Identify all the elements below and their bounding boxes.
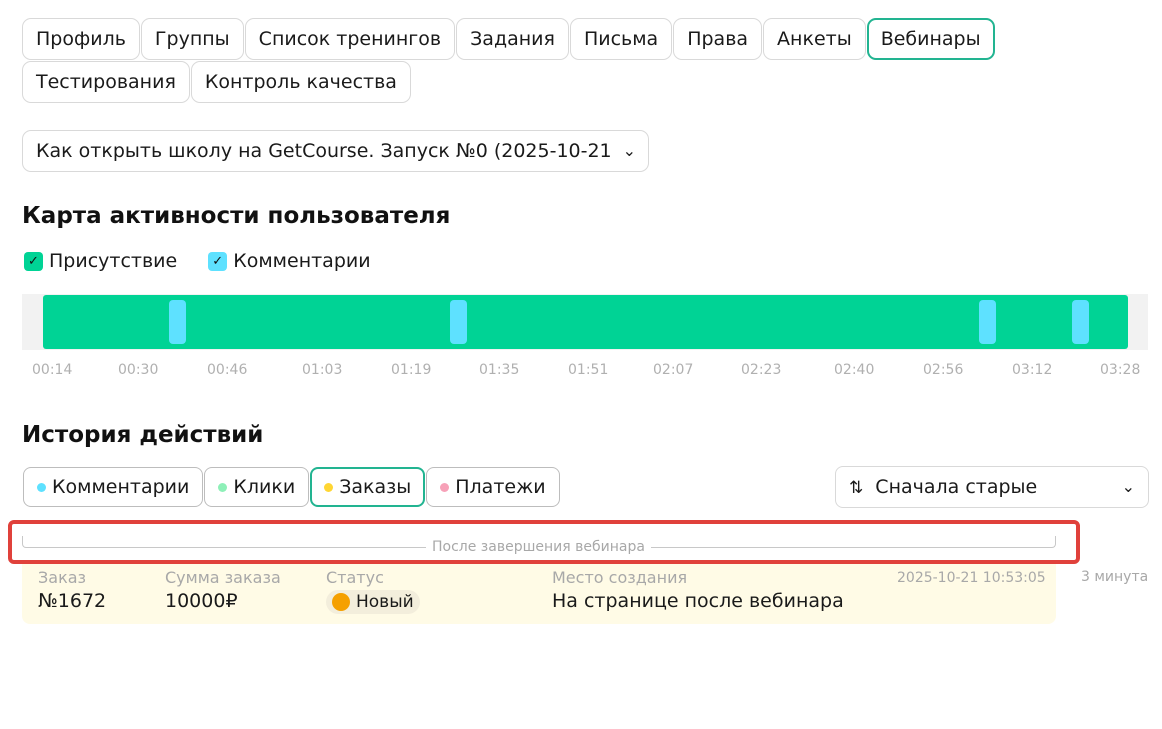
check-icon: ✓ xyxy=(24,251,43,271)
timeline-ticks: 00:14 00:30 00:46 01:03 01:19 01:35 01:5… xyxy=(22,362,1148,382)
sort-label: Сначала старые xyxy=(875,476,1038,498)
tab-rights[interactable]: Права xyxy=(673,18,763,60)
order-sum: 10000₽ xyxy=(165,590,238,612)
order-place: На странице после вебинара xyxy=(552,590,844,612)
filter-label: Заказы xyxy=(339,476,412,498)
dot-icon xyxy=(37,482,46,492)
dot-icon xyxy=(218,482,228,492)
tick-label: 02:40 xyxy=(834,362,875,378)
activity-map-title: Карта активности пользователя xyxy=(22,203,451,229)
filter-label: Клики xyxy=(233,476,296,498)
tick-label: 00:14 xyxy=(32,362,73,378)
tab-tests[interactable]: Тестирования xyxy=(22,61,190,103)
comment-marker[interactable] xyxy=(979,300,996,344)
webinar-select-value: Как открыть школу на GetCourse. Запуск №… xyxy=(36,140,611,162)
sum-label: Сумма заказа xyxy=(165,568,281,587)
history-title: История действий xyxy=(22,422,264,448)
status-text: Новый xyxy=(356,592,414,612)
chevron-down-icon: ⌄ xyxy=(1121,477,1135,496)
filter-clicks[interactable]: Клики xyxy=(204,467,310,507)
webinar-select[interactable]: Как открыть школу на GetCourse. Запуск №… xyxy=(22,130,649,172)
tick-label: 01:51 xyxy=(568,362,609,378)
chevron-down-icon: ⌄ xyxy=(622,141,636,160)
tick-label: 01:03 xyxy=(302,362,343,378)
tab-groups[interactable]: Группы xyxy=(140,18,244,60)
check-icon: ✓ xyxy=(208,251,228,271)
order-sum-col: Сумма заказа 10000₽ xyxy=(165,568,281,612)
tick-label: 03:28 xyxy=(1100,362,1141,378)
status-badge: Новый xyxy=(326,590,420,614)
history-filters: Комментарии Клики Заказы Платежи xyxy=(23,467,560,507)
highlight-frame xyxy=(8,520,1080,564)
sort-icon: ⇅ xyxy=(849,478,864,498)
dot-icon xyxy=(440,482,450,492)
status-wrap: Новый xyxy=(326,590,420,616)
place-label: Место создания xyxy=(552,568,688,587)
tick-label: 03:12 xyxy=(1012,362,1053,378)
tick-label: 01:35 xyxy=(479,362,520,378)
filter-label: Платежи xyxy=(455,476,546,498)
tab-quality-control[interactable]: Контроль качества xyxy=(190,61,411,103)
order-ago: 3 минута xyxy=(1081,569,1149,585)
comments-label: Комментарии xyxy=(233,250,371,272)
tick-label: 02:23 xyxy=(741,362,782,378)
tick-label: 01:19 xyxy=(391,362,432,378)
tab-letters[interactable]: Письма xyxy=(569,18,673,60)
filter-payments[interactable]: Платежи xyxy=(426,467,560,507)
presence-checkbox[interactable]: ✓ Присутствие xyxy=(24,250,177,272)
order-place-col: Место создания На странице после вебинар… xyxy=(552,568,844,612)
tab-tasks[interactable]: Задания xyxy=(456,18,569,60)
comment-marker[interactable] xyxy=(450,300,467,344)
tab-trainings[interactable]: Список тренингов xyxy=(244,18,456,60)
activity-legend: ✓ Присутствие ✓ Комментарии xyxy=(24,250,371,272)
tick-label: 00:46 xyxy=(207,362,248,378)
tab-forms[interactable]: Анкеты xyxy=(763,18,866,60)
comment-marker[interactable] xyxy=(169,300,186,344)
activity-timeline xyxy=(22,294,1148,350)
presence-bar xyxy=(43,295,1128,349)
status-label: Статус xyxy=(326,568,384,587)
tab-webinars[interactable]: Вебинары xyxy=(866,18,995,60)
filter-orders[interactable]: Заказы xyxy=(310,467,426,507)
dot-icon xyxy=(324,482,334,492)
tick-label: 00:30 xyxy=(118,362,159,378)
order-status-col: Статус Новый xyxy=(326,568,420,616)
filter-comments[interactable]: Комментарии xyxy=(23,467,204,507)
tick-label: 02:07 xyxy=(653,362,694,378)
comments-checkbox[interactable]: ✓ Комментарии xyxy=(208,250,371,272)
order-number-col: Заказ №1672 xyxy=(38,568,106,612)
comment-marker[interactable] xyxy=(1072,300,1089,344)
profile-tabs: Профиль Группы Список тренингов Задания … xyxy=(22,18,1142,103)
tick-label: 02:56 xyxy=(923,362,964,378)
presence-label: Присутствие xyxy=(49,250,178,272)
status-dot-icon xyxy=(332,593,350,611)
sort-select[interactable]: ⇅ Сначала старые ⌄ xyxy=(835,466,1149,508)
order-timestamp: 2025-10-21 10:53:05 xyxy=(897,570,1046,586)
order-label: Заказ xyxy=(38,568,87,587)
filter-label: Комментарии xyxy=(52,476,190,498)
tab-profile[interactable]: Профиль xyxy=(22,18,140,60)
order-number[interactable]: №1672 xyxy=(38,590,106,612)
